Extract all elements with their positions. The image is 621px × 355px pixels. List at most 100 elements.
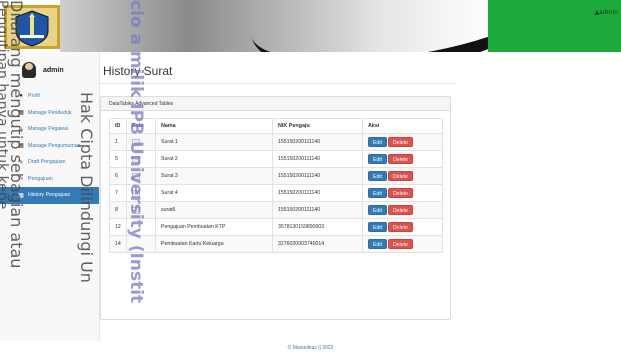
cell-nik: 155150200111140 (272, 184, 363, 202)
sidebar-item-history-pengajuan[interactable]: ▦ History Pengajuan (0, 187, 99, 204)
page-title: History Surat (103, 64, 173, 78)
table-header-row: ID Foto Nama NIK Pengaju Aksi (109, 118, 443, 134)
cell-nik: 155150200111140 (272, 150, 363, 168)
cell-name: Surat 4 (155, 184, 273, 202)
cell-nik: 3578130159890003 (272, 218, 363, 236)
photo-thumbnail[interactable] (132, 155, 140, 163)
table-row: 7 Surat 4 155150200111140 Edit Delete (109, 184, 443, 202)
header-banner: ▲admin (0, 0, 621, 52)
main-content: History Surat DataTables Advanced Tables… (100, 52, 621, 355)
sidebar-item-label: Profil (28, 93, 40, 100)
sidebar-item-label: Pengajuan (28, 175, 53, 182)
cell-photo (126, 235, 156, 253)
footer: © Marselinus || 2022 (0, 341, 621, 355)
sidebar-item-label: Manage Pegawai (28, 126, 69, 133)
cell-actions: Edit Delete (362, 235, 443, 253)
photo-thumbnail[interactable] (132, 206, 140, 214)
cell-actions: Edit Delete (362, 184, 443, 202)
cell-photo (126, 184, 156, 202)
jakarta-emblem-icon (4, 5, 60, 49)
sidebar-item-draft-pengajuan[interactable]: ✎ Draft Pengajuan (0, 154, 99, 171)
cell-id: 12 (109, 218, 127, 236)
column-header-aksi[interactable]: Aksi (362, 118, 443, 134)
column-header-foto[interactable]: Foto (126, 118, 156, 134)
header-user-menu[interactable]: ▲admin (595, 9, 618, 16)
table-row: 5 Surat 2 155150200111140 Edit Delete (109, 150, 443, 168)
cell-name: Pengajuan Pembuatan KTP (155, 218, 273, 236)
cell-name: surat6 (155, 201, 273, 219)
delete-button[interactable]: Delete (387, 205, 413, 215)
cell-nik: 155150200111140 (272, 167, 363, 185)
cell-actions: Edit Delete (362, 167, 443, 185)
cell-photo (126, 201, 156, 219)
edit-icon: ✎ (18, 159, 24, 166)
sidebar-item-label: History Pengajuan (28, 192, 71, 199)
delete-button[interactable]: Delete (387, 171, 413, 181)
column-header-nama[interactable]: Nama (155, 118, 273, 134)
delete-button[interactable]: Delete (387, 222, 413, 232)
sidebar-item-profil[interactable]: ● Profil (0, 88, 99, 105)
cell-actions: Edit Delete (362, 201, 443, 219)
user-icon: ● (19, 93, 23, 100)
cell-actions: Edit Delete (362, 133, 443, 151)
edit-button[interactable]: Edit (368, 222, 387, 232)
cell-id: 8 (109, 201, 127, 219)
header-user-name: admin (599, 9, 618, 16)
cell-nik: 3276020003740014 (272, 235, 363, 253)
title-divider (100, 83, 456, 84)
table-row: 1 Surat 1 155150200111140 Edit Delete (109, 133, 443, 151)
cell-nik: 155150200111140 (272, 201, 363, 219)
sidebar-item-manage-pegawai[interactable]: ✎ Manage Pegawai (0, 121, 99, 138)
cell-photo (126, 150, 156, 168)
cell-name: Surat 2 (155, 150, 273, 168)
column-header-nik[interactable]: NIK Pengaju (272, 118, 363, 134)
edit-button[interactable]: Edit (368, 137, 387, 147)
edit-button[interactable]: Edit (368, 188, 387, 198)
header-green-block (488, 0, 621, 52)
delete-button[interactable]: Delete (387, 239, 413, 249)
cell-photo (126, 133, 156, 151)
table-icon: ▦ (18, 143, 24, 150)
edit-button[interactable]: Edit (368, 205, 387, 215)
cell-actions: Edit Delete (362, 218, 443, 236)
edit-button[interactable]: Edit (368, 154, 387, 164)
wrench-icon: ✎ (18, 126, 24, 133)
delete-button[interactable]: Delete (387, 188, 413, 198)
data-panel: DataTables Advanced Tables ID Foto Nama … (100, 96, 451, 320)
sidebar-item-label: Draft Pengajuan (28, 159, 66, 166)
sidebar-profile: admin (0, 52, 99, 88)
photo-thumbnail[interactable] (132, 189, 140, 197)
history-table: ID Foto Nama NIK Pengaju Aksi 1 Surat 1 … (109, 118, 443, 253)
cell-name: Pembuatan Kartu Keluarga (155, 235, 273, 253)
cell-photo (126, 218, 156, 236)
panel-heading: DataTables Advanced Tables (101, 97, 450, 111)
sidebar-item-manage-penduduk[interactable]: ▦ Manage Penduduk (0, 105, 99, 122)
profile-name: admin (43, 66, 64, 74)
table-icon: ▦ (18, 192, 24, 199)
column-header-id[interactable]: ID (109, 118, 127, 134)
cell-id: 14 (109, 235, 127, 253)
cell-actions: Edit Delete (362, 150, 443, 168)
table-row: 6 Surat 3 155150200111140 Edit Delete (109, 167, 443, 185)
photo-thumbnail[interactable] (132, 138, 140, 146)
table-row: 12 Pengajuan Pembuatan KTP 3578130159890… (109, 218, 443, 236)
panel-body: ID Foto Nama NIK Pengaju Aksi 1 Surat 1 … (101, 111, 450, 253)
sidebar-item-pengajuan[interactable]: ✎ Pengajuan (0, 171, 99, 188)
sidebar-item-manage-pengumuman[interactable]: ▦ Manage Pengumuman (0, 138, 99, 155)
delete-button[interactable]: Delete (387, 137, 413, 147)
edit-button[interactable]: Edit (368, 171, 387, 181)
delete-button[interactable]: Delete (387, 154, 413, 164)
photo-thumbnail[interactable] (132, 172, 140, 180)
edit-button[interactable]: Edit (368, 239, 387, 249)
cell-photo (126, 167, 156, 185)
table-row: 8 surat6 155150200111140 Edit Delete (109, 201, 443, 219)
cell-id: 5 (109, 150, 127, 168)
cell-name: Surat 3 (155, 167, 273, 185)
sidebar-item-label: Manage Pengumuman (28, 142, 81, 149)
cell-nik: 155150200111140 (272, 133, 363, 151)
footer-text: © Marselinus || 2022 (287, 345, 334, 351)
sidebar-item-label: Manage Penduduk (28, 109, 72, 116)
cell-id: 1 (109, 133, 127, 151)
avatar (22, 62, 36, 78)
sidebar: admin ● Profil ▦ Manage Penduduk ✎ Manag… (0, 52, 100, 355)
